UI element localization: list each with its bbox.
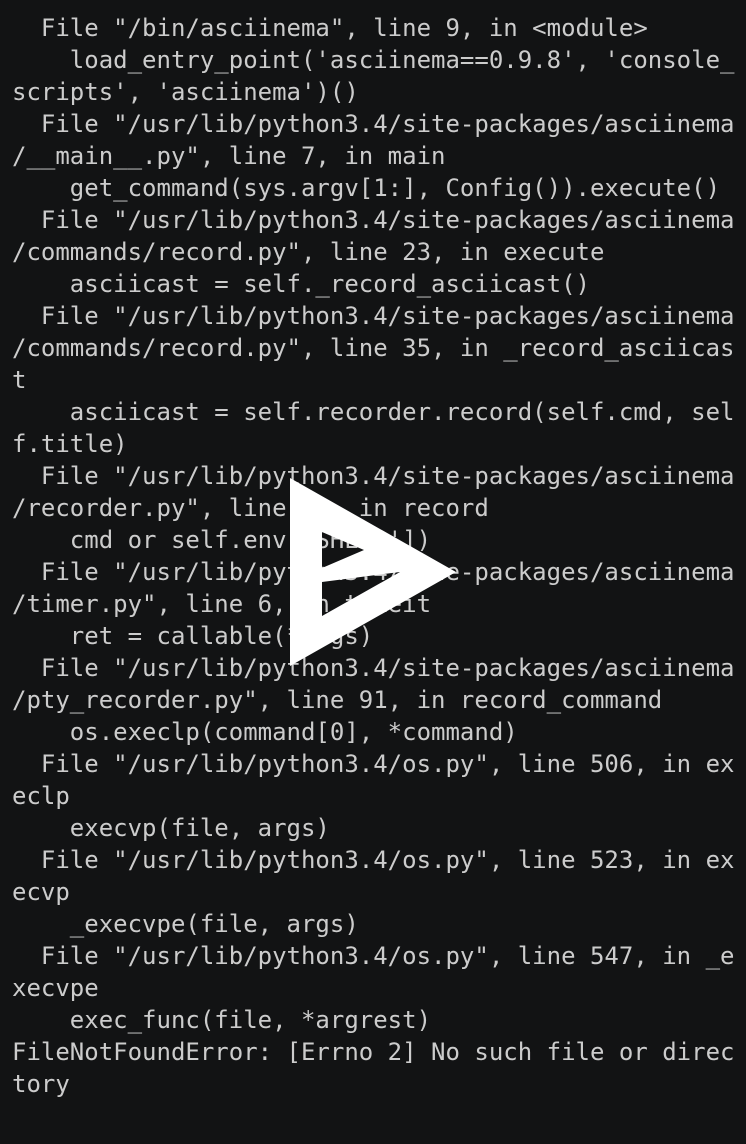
play-button[interactable] [282, 476, 462, 672]
terminal-line: File "/usr/lib/python3.4/os.py", line 52… [12, 846, 735, 874]
terminal-line: asciicast = self.recorder.record(self.cm… [12, 398, 735, 426]
terminal-line: /pty_recorder.py", line 91, in record_co… [12, 686, 663, 714]
terminal-line: load_entry_point('asciinema==0.9.8', 'co… [12, 46, 735, 74]
terminal-line: _execvpe(file, args) [12, 910, 359, 938]
terminal-line: eclp [12, 782, 70, 810]
terminal-line: t [12, 366, 27, 394]
terminal-line: File "/usr/lib/python3.4/os.py", line 54… [12, 942, 735, 970]
terminal-line: os.execlp(command[0], *command) [12, 718, 518, 746]
terminal-line: File "/bin/asciinema", line 9, in <modul… [12, 14, 648, 42]
terminal-line: /commands/record.py", line 23, in execut… [12, 238, 605, 266]
terminal-line: File "/usr/lib/python3.4/site-packages/a… [12, 206, 735, 234]
terminal-line: get_command(sys.argv[1:], Config()).exec… [12, 174, 721, 202]
terminal-line: f.title) [12, 430, 128, 458]
terminal-line: /commands/record.py", line 35, in _recor… [12, 334, 735, 362]
terminal-line: /__main__.py", line 7, in main [12, 142, 446, 170]
terminal-line: scripts', 'asciinema')() [12, 78, 359, 106]
terminal-line: xecvpe [12, 974, 99, 1002]
terminal-line: File "/usr/lib/python3.4/site-packages/a… [12, 302, 735, 330]
terminal-line: asciicast = self._record_asciicast() [12, 270, 590, 298]
terminal-line: tory [12, 1070, 70, 1098]
terminal-line: FileNotFoundError: [Errno 2] No such fil… [12, 1038, 735, 1066]
terminal-line: ecvp [12, 878, 70, 906]
terminal-line: File "/usr/lib/python3.4/os.py", line 50… [12, 750, 735, 778]
play-icon [290, 478, 456, 666]
terminal-line: exec_func(file, *argrest) [12, 1006, 432, 1034]
terminal-line: File "/usr/lib/python3.4/site-packages/a… [12, 110, 735, 138]
terminal-line: execvp(file, args) [12, 814, 330, 842]
